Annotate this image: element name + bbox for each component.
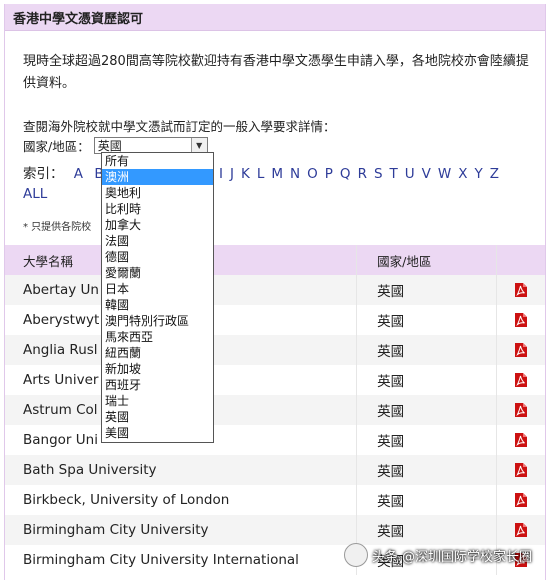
dropdown-option[interactable]: 澳門特別行政區: [102, 313, 213, 329]
dropdown-option[interactable]: 法國: [102, 233, 213, 249]
dropdown-option[interactable]: 日本: [102, 281, 213, 297]
table-row[interactable]: Abertay Un 英國: [5, 275, 545, 305]
pdf-icon[interactable]: [514, 342, 528, 358]
index-label: 索引：: [23, 166, 64, 182]
dropdown-option[interactable]: 韓國: [102, 297, 213, 313]
university-name[interactable]: Bath Spa University: [5, 455, 357, 485]
note-text: * 只提供各院校: [23, 222, 92, 233]
pdf-link[interactable]: [496, 485, 545, 515]
index-letter-j[interactable]: J: [230, 166, 234, 182]
index-letter-l[interactable]: L: [257, 166, 265, 182]
column-header-pdf: [496, 245, 545, 275]
query-text: 查閱海外院校就中學文憑試而訂定的一般入學要求詳情：: [23, 119, 336, 134]
dropdown-option[interactable]: 英國: [102, 409, 213, 425]
table-row[interactable]: Birkbeck, University of London 英國: [5, 485, 545, 515]
table-row[interactable]: Arts Univer n 英國: [5, 365, 545, 395]
index-letter-m[interactable]: M: [271, 166, 283, 182]
index-letter-k[interactable]: K: [241, 166, 250, 182]
page-frame: 香港中學文憑資歷認可 現時全球超過280間高等院校歡迎持有香港中學文憑學生申請入…: [4, 4, 546, 580]
table-header-row: 大學名稱 國家/地區: [5, 245, 545, 275]
dropdown-option[interactable]: 奧地利: [102, 185, 213, 201]
university-country: 英國: [356, 455, 497, 485]
university-country: 英國: [356, 305, 497, 335]
column-header-country: 國家/地區: [356, 245, 497, 275]
pdf-icon[interactable]: [514, 492, 528, 508]
dropdown-option[interactable]: 澳洲: [102, 169, 213, 185]
university-country: 英國: [356, 485, 497, 515]
pdf-link[interactable]: [496, 275, 545, 305]
index-all-link[interactable]: ALL: [23, 185, 47, 204]
dropdown-option[interactable]: 德國: [102, 249, 213, 265]
pdf-icon[interactable]: [514, 282, 528, 298]
pdf-icon[interactable]: [514, 312, 528, 328]
table-row[interactable]: Bangor Uni 英國: [5, 425, 545, 455]
country-label: 國家/地區：: [23, 139, 90, 154]
page-title: 香港中學文憑資歷認可: [5, 4, 545, 31]
pdf-link[interactable]: [496, 425, 545, 455]
university-country: 英國: [356, 365, 497, 395]
university-name[interactable]: Birmingham City University International: [5, 545, 357, 575]
index-letter-z[interactable]: Z: [490, 166, 499, 182]
index-letter-o[interactable]: O: [307, 166, 318, 182]
index-letter-q[interactable]: Q: [340, 166, 351, 182]
index-letter-i[interactable]: I: [219, 166, 223, 182]
dropdown-option[interactable]: 愛爾蘭: [102, 265, 213, 281]
dropdown-option[interactable]: 美國: [102, 425, 213, 441]
pdf-icon[interactable]: [514, 462, 528, 478]
pdf-link[interactable]: [496, 305, 545, 335]
dropdown-option[interactable]: 紐西蘭: [102, 345, 213, 361]
index-letter-p[interactable]: P: [325, 166, 333, 182]
index-letter-t[interactable]: T: [390, 166, 398, 182]
table-body: Abertay Un 英國 Aberystwyt 英國 Anglia Rusl 英國 Art…: [5, 275, 545, 575]
university-name[interactable]: Birmingham City University: [5, 515, 357, 545]
country-dropdown-list[interactable]: 所有 澳洲 奧地利 比利時 加拿大 法國 德國 愛爾蘭 日本 韓國 澳門特別行政區 馬來西亞 紐西蘭 新加…: [101, 152, 214, 443]
university-name[interactable]: Birkbeck, University of London: [5, 485, 357, 515]
university-country: 英國: [356, 425, 497, 455]
chevron-down-icon[interactable]: ▼: [190, 138, 207, 153]
table-row[interactable]: Birmingham City University 英國: [5, 515, 545, 545]
dropdown-option[interactable]: 西班牙: [102, 377, 213, 393]
dropdown-option[interactable]: 馬來西亞: [102, 329, 213, 345]
university-table: 大學名稱 國家/地區 Abertay Un 英國 Aberystwyt 英國 Angli…: [5, 245, 545, 575]
watermark-text: 头条 @深圳国际学校家长圈: [371, 549, 532, 565]
university-country: 英國: [356, 275, 497, 305]
pdf-link[interactable]: [496, 335, 545, 365]
table-row[interactable]: Anglia Rusl 英國: [5, 335, 545, 365]
index-letter-n[interactable]: N: [290, 166, 300, 182]
table-row[interactable]: Astrum Col 英國: [5, 395, 545, 425]
pdf-link[interactable]: [496, 395, 545, 425]
university-country: 英國: [356, 335, 497, 365]
index-letter-s[interactable]: S: [374, 166, 383, 182]
dropdown-option[interactable]: 所有: [102, 153, 213, 169]
index-letter-u[interactable]: U: [405, 166, 415, 182]
pdf-link[interactable]: [496, 365, 545, 395]
pdf-link[interactable]: [496, 515, 545, 545]
dropdown-option[interactable]: 比利時: [102, 201, 213, 217]
index-letter-w[interactable]: W: [438, 166, 451, 182]
table-row[interactable]: Bath Spa University 英國: [5, 455, 545, 485]
letter-index: 索引： A B IJKLMNOPQRSTUVWXYZ ALL: [23, 165, 533, 202]
index-letter-r[interactable]: R: [358, 166, 367, 182]
dropdown-option[interactable]: 瑞士: [102, 393, 213, 409]
dropdown-option[interactable]: 加拿大: [102, 217, 213, 233]
index-letter-a[interactable]: A: [74, 166, 83, 182]
dropdown-option[interactable]: 新加坡: [102, 361, 213, 377]
table-row[interactable]: Aberystwyt 英國: [5, 305, 545, 335]
index-letter-v[interactable]: V: [422, 166, 431, 182]
index-letter-x[interactable]: X: [458, 166, 467, 182]
intro-text: 現時全球超過280間高等院校歡迎持有香港中學文憑學生申請入學，各地院校亦會陸續提…: [23, 54, 529, 91]
index-letters-right: IJKLMNOPQRSTUVWXYZ: [219, 165, 506, 184]
pdf-icon[interactable]: [514, 372, 528, 388]
pdf-icon[interactable]: [514, 522, 528, 538]
watermark-logo-icon: [343, 543, 368, 567]
university-country: 英國: [356, 515, 497, 545]
pdf-link[interactable]: [496, 455, 545, 485]
watermark: 头条 @深圳国际学校家长圈: [343, 543, 532, 567]
university-country: 英國: [356, 395, 497, 425]
pdf-icon[interactable]: [514, 402, 528, 418]
pdf-icon[interactable]: [514, 432, 528, 448]
index-letter-y[interactable]: Y: [475, 166, 483, 182]
